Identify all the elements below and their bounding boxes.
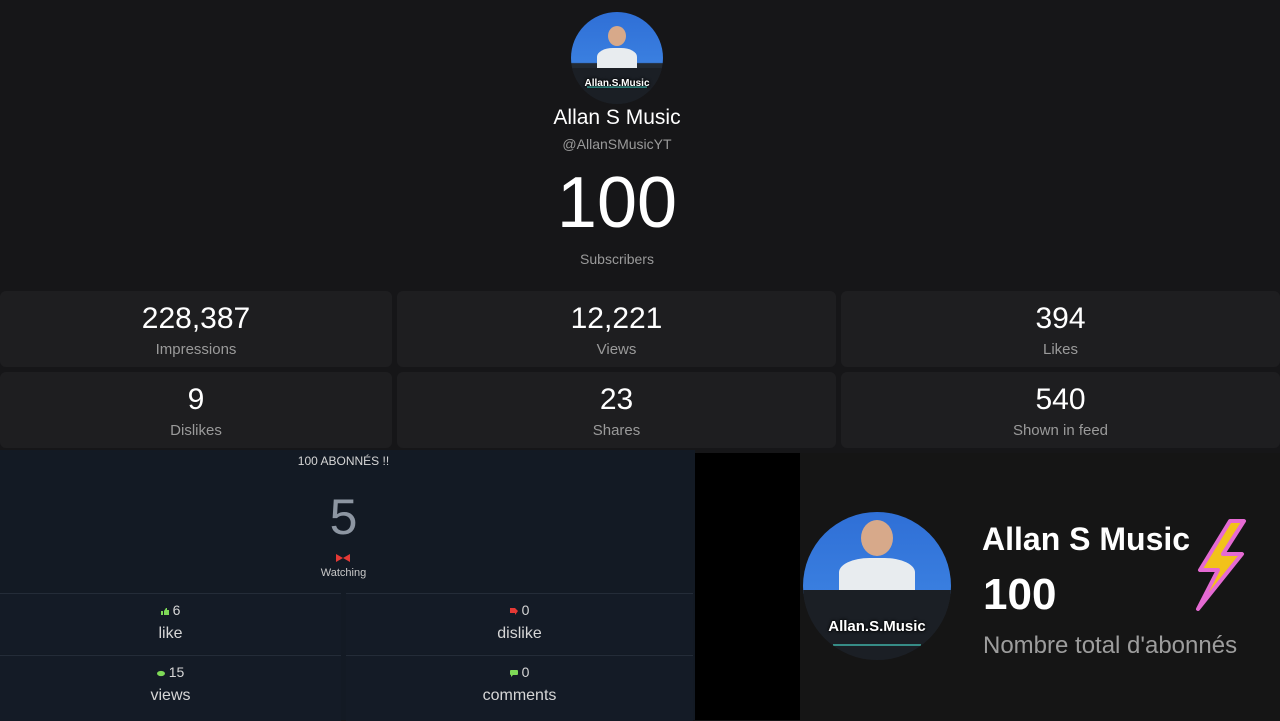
- stat-value: 9: [187, 383, 205, 416]
- dislike-count: 0: [521, 602, 530, 618]
- watching-icon: [336, 554, 350, 562]
- lightning-bolt-icon: [1196, 519, 1246, 611]
- avatar-waveform: [833, 644, 921, 646]
- avatar-person-head: [608, 26, 626, 46]
- avatar-logo-text: Allan.S.Music: [828, 618, 926, 635]
- watching-label: Watching: [320, 567, 367, 579]
- avatar-person-body: [597, 48, 637, 70]
- stat-impressions: 228,387 Impressions: [0, 291, 392, 367]
- stat-label: Likes: [1042, 341, 1079, 358]
- live-cell-dislike: 0 dislike: [346, 593, 693, 654]
- banner-subscriber-label: Nombre total d'abonnés: [983, 632, 1238, 659]
- channel-handle: @AllanSMusicYT: [562, 136, 672, 152]
- live-cell-like: 6 like: [0, 593, 341, 654]
- subscriber-count: 100: [556, 163, 678, 243]
- views-count: 15: [168, 664, 185, 680]
- stat-label: Views: [596, 341, 637, 358]
- comments-count: 0: [521, 664, 530, 680]
- eye-icon: [156, 670, 165, 676]
- channel-name: Allan S Music: [553, 106, 681, 129]
- avatar-logo-text: Allan.S.Music: [584, 78, 650, 89]
- stat-label: Shown in feed: [1012, 422, 1109, 439]
- empty-region: [695, 453, 800, 720]
- views-label: views: [150, 687, 191, 704]
- stat-likes: 394 Likes: [841, 291, 1280, 367]
- banner-channel-name: Allan S Music: [982, 521, 1191, 557]
- stat-dislikes: 9 Dislikes: [0, 372, 392, 448]
- comments-label: comments: [482, 687, 557, 704]
- live-cell-comments: 0 comments: [346, 655, 693, 721]
- stat-value: 23: [599, 383, 634, 416]
- banner-subscriber-count: 100: [983, 570, 1057, 619]
- stat-label: Impressions: [155, 341, 237, 358]
- like-count: 6: [172, 602, 181, 618]
- stat-value: 228,387: [141, 302, 251, 335]
- stat-value: 12,221: [570, 302, 663, 335]
- stat-value: 394: [1035, 302, 1086, 335]
- stat-views: 12,221 Views: [397, 291, 836, 367]
- stat-shown-in-feed: 540 Shown in feed: [841, 372, 1280, 448]
- stat-shares: 23 Shares: [397, 372, 836, 448]
- avatar-person-head: [861, 520, 893, 556]
- subscriber-label: Subscribers: [580, 251, 654, 267]
- like-label: like: [158, 625, 183, 642]
- avatar-person-body: [839, 558, 915, 594]
- thumbs-up-icon: [160, 607, 169, 615]
- channel-avatar[interactable]: Allan.S.Music: [571, 12, 663, 104]
- live-cell-views: 15 views: [0, 655, 341, 721]
- watching-count: 5: [329, 489, 358, 545]
- live-title: 100 ABONNÉS !!: [297, 454, 390, 468]
- banner-avatar: Allan.S.Music: [803, 512, 951, 660]
- stat-label: Dislikes: [170, 422, 222, 439]
- stat-value: 540: [1035, 383, 1086, 416]
- channel-header: Allan.S.Music Allan S Music @AllanSMusic…: [0, 0, 1280, 287]
- thumbs-down-icon: [509, 607, 518, 615]
- comment-icon: [509, 669, 518, 677]
- stat-label: Shares: [592, 422, 641, 439]
- dislike-label: dislike: [497, 625, 542, 642]
